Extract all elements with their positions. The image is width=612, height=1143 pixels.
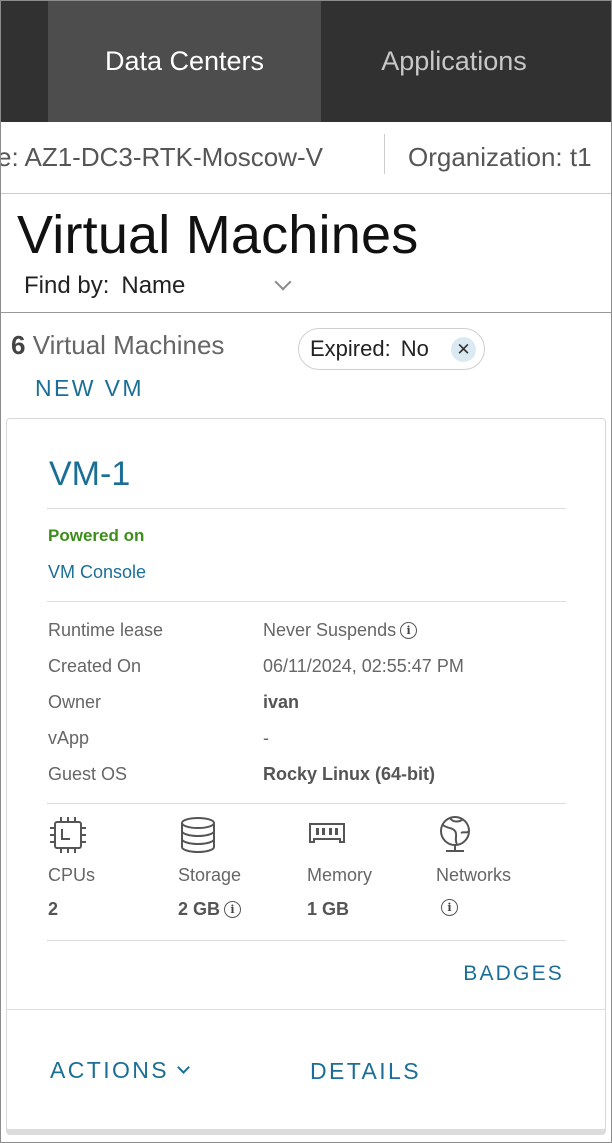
prop-value-runtime-lease: Never Suspends i — [263, 620, 418, 641]
top-nav: Data Centers Applications — [1, 1, 611, 122]
prop-value-created-on: 06/11/2024, 02:55:47 PM — [263, 656, 464, 676]
card-divider — [47, 601, 566, 602]
prop-value-owner: ivan — [263, 692, 300, 712]
find-by-value[interactable]: Name — [121, 272, 271, 300]
resource-value: 2 — [48, 899, 59, 919]
nav-left-strip — [1, 1, 48, 122]
card-shadow — [6, 1129, 606, 1135]
resource-label: Storage — [178, 865, 242, 885]
context-separator — [384, 134, 385, 174]
prop-label-owner: Owner — [48, 692, 102, 712]
actions-label: ACTIONS — [50, 1057, 170, 1083]
info-icon[interactable]: i — [400, 622, 418, 639]
vm-console-link[interactable]: VM Console — [48, 562, 146, 583]
status-badge: Powered on — [48, 526, 145, 545]
prop-value-vapp: - — [263, 728, 269, 748]
resource-memory: Memory 1 GB — [307, 815, 427, 919]
close-icon[interactable]: ✕ — [451, 337, 476, 362]
card-divider — [47, 940, 566, 941]
storage-value-text: 2 GB — [178, 899, 221, 919]
actions-dropdown[interactable]: ACTIONS — [50, 1057, 190, 1084]
new-vm-button[interactable]: NEW VM — [35, 375, 144, 402]
find-by-underline — [1, 312, 611, 313]
info-icon[interactable]: i — [441, 899, 458, 916]
find-by-label: Find by: — [24, 272, 110, 299]
prop-label-runtime-lease: Runtime lease — [48, 620, 164, 640]
vm-count-number: 6 — [11, 330, 26, 360]
resource-label: Networks — [436, 865, 512, 885]
info-icon[interactable]: i — [224, 901, 242, 918]
find-by-select[interactable]: Find by: Name — [24, 272, 292, 300]
resource-networks: Networks i — [436, 815, 556, 916]
prop-value-guest-os: Rocky Linux (64-bit) — [263, 764, 436, 784]
card-footer-divider — [7, 1009, 605, 1010]
card-divider — [47, 803, 566, 804]
runtime-lease-text: Never Suspends — [263, 620, 397, 640]
resource-label: Memory — [307, 865, 373, 885]
badges-button[interactable]: BADGES — [463, 962, 564, 986]
resource-label: CPUs — [48, 865, 96, 885]
page-title: Virtual Machines — [17, 205, 419, 265]
resource-value: 1 GB — [307, 899, 350, 919]
memory-icon — [309, 823, 345, 843]
app-frame: Data Centers Applications e: AZ1-DC3-RTK… — [0, 0, 612, 1143]
resource-value: i — [436, 899, 458, 916]
tab-data-centers[interactable]: Data Centers — [48, 1, 321, 122]
filter-value: No — [400, 336, 429, 361]
storage-icon — [181, 817, 215, 854]
vm-card: VM-1 Powered on VM Console Runtime lease… — [6, 418, 606, 1131]
prop-label-vapp: vApp — [48, 728, 90, 748]
vm-name-link[interactable]: VM-1 — [49, 455, 130, 494]
resource-value: 2 GB i — [178, 899, 242, 920]
vm-count-text: Virtual Machines — [32, 330, 225, 360]
cpu-icon — [50, 817, 86, 853]
context-bar: e: AZ1-DC3-RTK-Moscow-V Organization: t1 — [1, 122, 611, 194]
prop-label-created-on: Created On — [48, 656, 142, 676]
vm-count: 6 Virtual Machines — [11, 330, 224, 361]
details-button[interactable]: DETAILS — [310, 1058, 421, 1085]
chevron-down-icon[interactable] — [177, 1061, 190, 1074]
context-site[interactable]: e: AZ1-DC3-RTK-Moscow-V — [1, 142, 323, 173]
tab-applications[interactable]: Applications — [321, 1, 587, 122]
filter-pill-expired[interactable]: Expired: No ✕ — [298, 328, 485, 370]
filter-label: Expired: — [310, 336, 391, 361]
chevron-down-icon[interactable] — [274, 273, 292, 291]
context-organization[interactable]: Organization: t1 — [408, 142, 592, 173]
resource-storage: Storage 2 GB i — [178, 815, 298, 919]
resource-cpus: CPUs 2 — [48, 815, 168, 919]
card-divider — [47, 508, 566, 509]
prop-label-guest-os: Guest OS — [48, 764, 128, 784]
network-icon — [440, 816, 470, 852]
